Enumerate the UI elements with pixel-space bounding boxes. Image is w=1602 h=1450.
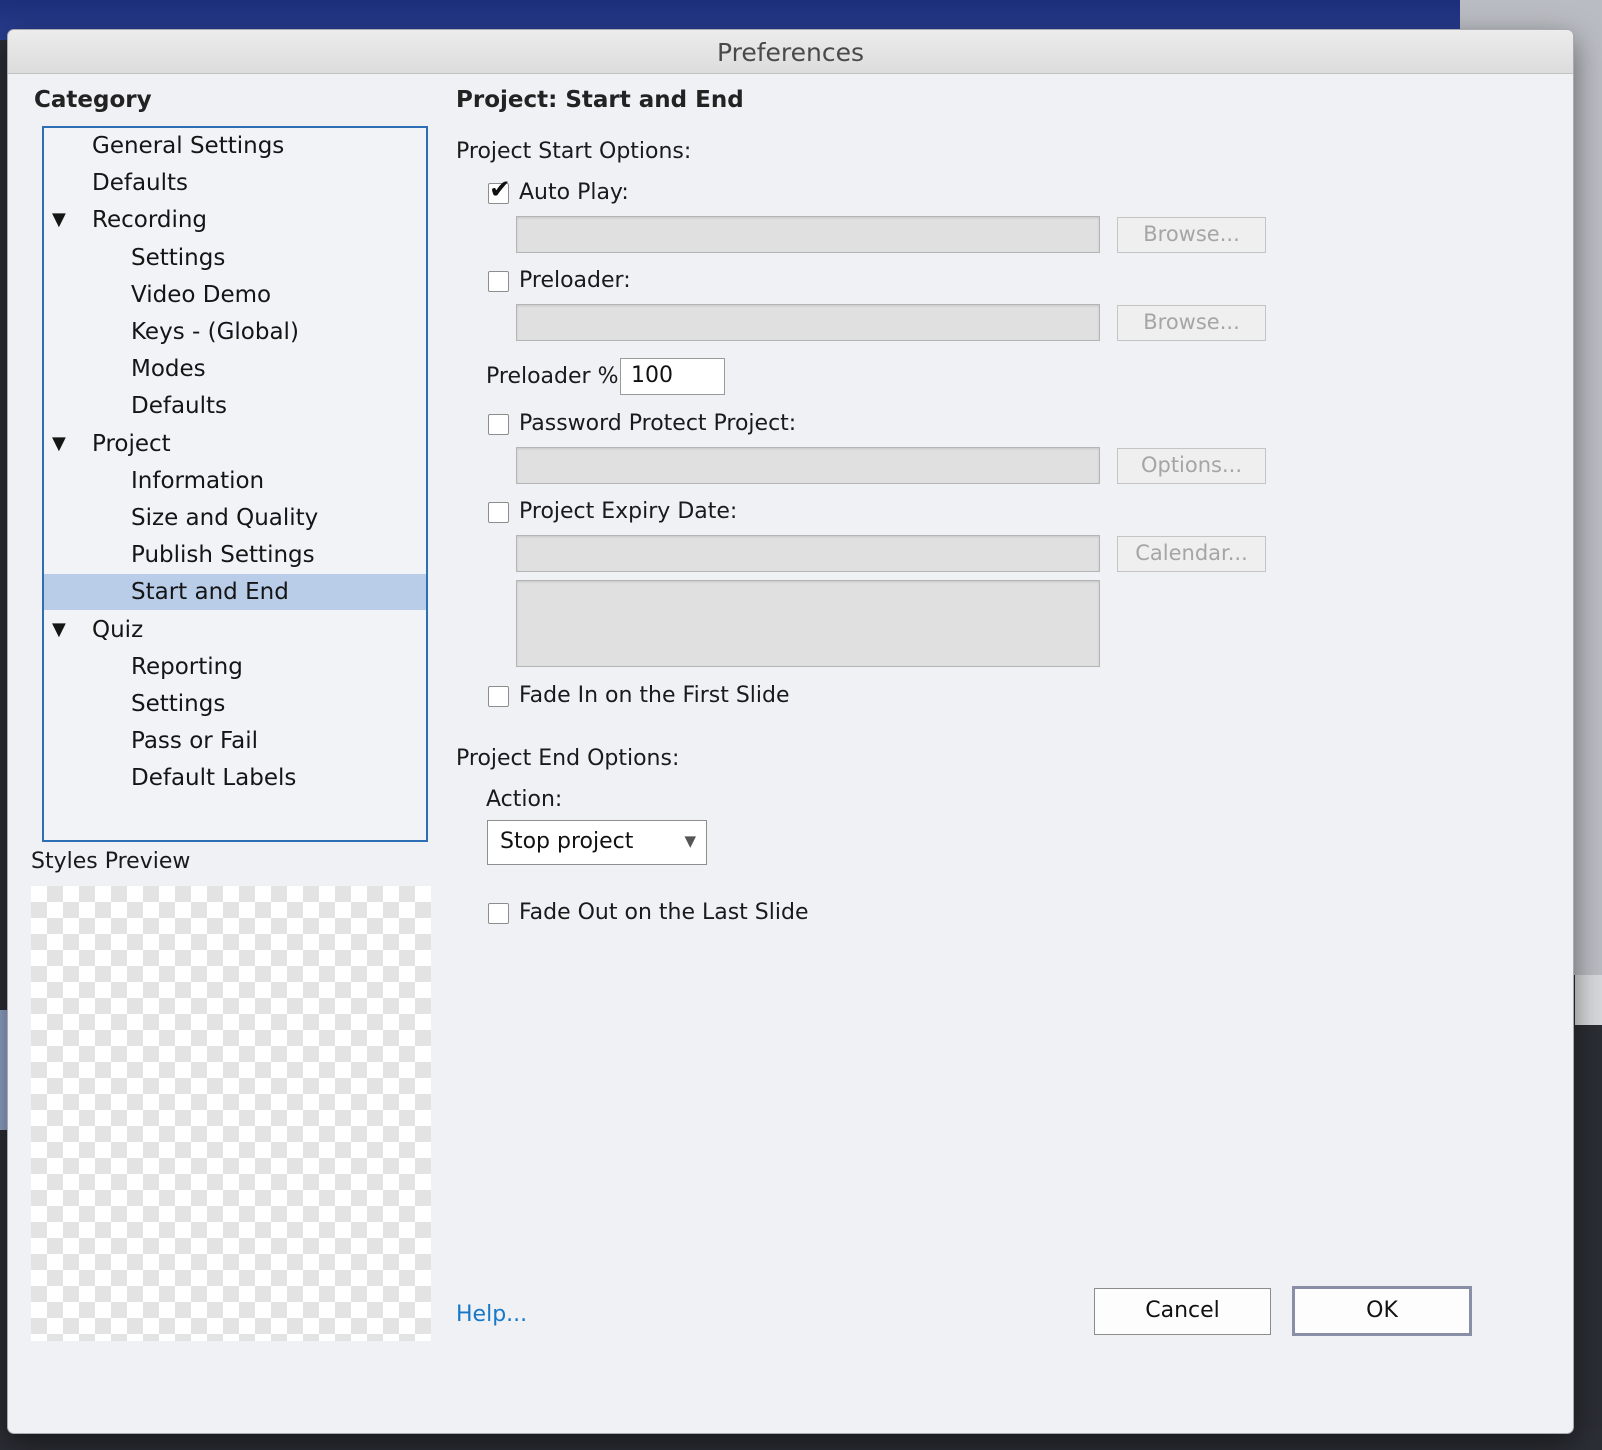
category-item-label: Quiz [92,616,144,643]
category-item[interactable]: Reporting [44,649,426,685]
expiry-date-checkbox[interactable] [488,502,509,523]
background-app-bottom [0,1430,1602,1450]
category-item[interactable]: General Settings [44,128,426,164]
password-protect-checkbox[interactable] [488,414,509,435]
auto-play-path-field[interactable] [516,216,1100,253]
expiry-calendar-button[interactable]: Calendar... [1117,536,1266,572]
category-item[interactable]: Publish Settings [44,537,426,573]
background-app-left [0,1010,8,1130]
window-title[interactable]: Preferences [8,30,1573,74]
category-item-label: Defaults [92,170,189,197]
end-options-heading: Project End Options: [456,746,680,771]
category-item-label: Project [92,430,171,457]
category-item[interactable]: Keys - (Global) [44,314,426,350]
styles-preview-label: Styles Preview [31,849,191,874]
fade-out-checkbox[interactable] [488,903,509,924]
category-item-label: Size and Quality [131,505,319,531]
category-item-label: Default Labels [131,765,297,792]
password-field[interactable] [516,447,1100,484]
category-item-label: Reporting [131,653,243,680]
preloader-browse-button[interactable]: Browse... [1117,305,1266,341]
category-item[interactable]: Defaults [44,165,426,201]
category-item-label: Publish Settings [131,542,315,569]
cancel-button[interactable]: Cancel [1094,1288,1271,1335]
preloader-percent-label: Preloader %: [486,364,626,389]
expiry-date-field[interactable] [516,535,1100,572]
category-item[interactable]: Default Labels [44,760,426,796]
preloader-percent-input[interactable]: 100 [620,358,725,395]
category-item[interactable]: Pass or Fail [44,723,426,759]
auto-play-label: Auto Play: [519,180,629,205]
category-heading: Category [34,87,152,113]
fade-in-label: Fade In on the First Slide [519,683,790,708]
category-item-label: Modes [131,356,206,383]
category-item[interactable]: ▼ Quiz [44,612,426,648]
category-tree[interactable]: General Settings Defaults ▼ Recording Settin… [42,126,428,842]
category-item-label: General Settings [92,133,285,159]
styles-preview-canvas [31,886,431,1341]
checkmark-icon: ✔ [489,175,511,205]
help-link[interactable]: Help... [456,1302,527,1327]
ok-button[interactable]: OK [1292,1286,1472,1336]
preloader-path-field[interactable] [516,304,1100,341]
category-item-label: Settings [131,244,226,271]
category-item[interactable]: Modes [44,351,426,387]
preloader-label: Preloader: [519,268,631,293]
expiry-date-label: Project Expiry Date: [519,499,738,524]
preloader-checkbox[interactable] [488,271,509,292]
fade-out-label: Fade Out on the Last Slide [519,900,809,925]
category-item-label: Recording [92,207,208,234]
category-item[interactable]: Information [44,463,426,499]
category-item-label: Defaults [131,393,228,420]
dropdown-arrow-icon: ▼ [684,832,696,850]
category-item-label: Keys - (Global) [131,319,299,345]
triangle-down-icon[interactable]: ▼ [52,426,72,462]
triangle-down-icon[interactable]: ▼ [52,202,72,238]
auto-play-browse-button[interactable]: Browse... [1117,217,1266,253]
background-app-ruler [1575,975,1602,1025]
category-item[interactable]: Size and Quality [44,500,426,536]
action-select-value: Stop project [500,829,634,854]
category-item[interactable]: Video Demo [44,277,426,313]
preferences-dialog: Preferences Category General Settings Def… [8,30,1573,1433]
category-item-label: Start and End [131,579,289,606]
category-item[interactable]: ▼ Project [44,426,426,462]
category-item[interactable]: ▼ Recording [44,202,426,238]
password-options-button[interactable]: Options... [1117,448,1266,484]
category-item[interactable]: Settings [44,240,426,276]
category-item-label: Settings [131,691,226,717]
auto-play-checkbox[interactable]: ✔ [488,175,511,205]
action-label: Action: [486,787,563,812]
start-options-heading: Project Start Options: [456,139,692,164]
expiry-message-textarea[interactable] [516,580,1100,667]
category-item-label: Pass or Fail [131,728,259,755]
category-item[interactable]: Defaults [44,388,426,424]
category-item-label: Video Demo [131,281,272,308]
category-item[interactable]: Settings [44,686,426,722]
action-select[interactable]: Stop project ▼ [487,820,707,865]
panel-title: Project: Start and End [456,87,744,113]
password-protect-label: Password Protect Project: [519,411,797,436]
category-item-label: Information [131,467,265,494]
fade-in-checkbox[interactable] [488,686,509,707]
triangle-down-icon[interactable]: ▼ [52,612,72,648]
category-item[interactable]: Start and End [44,574,426,611]
